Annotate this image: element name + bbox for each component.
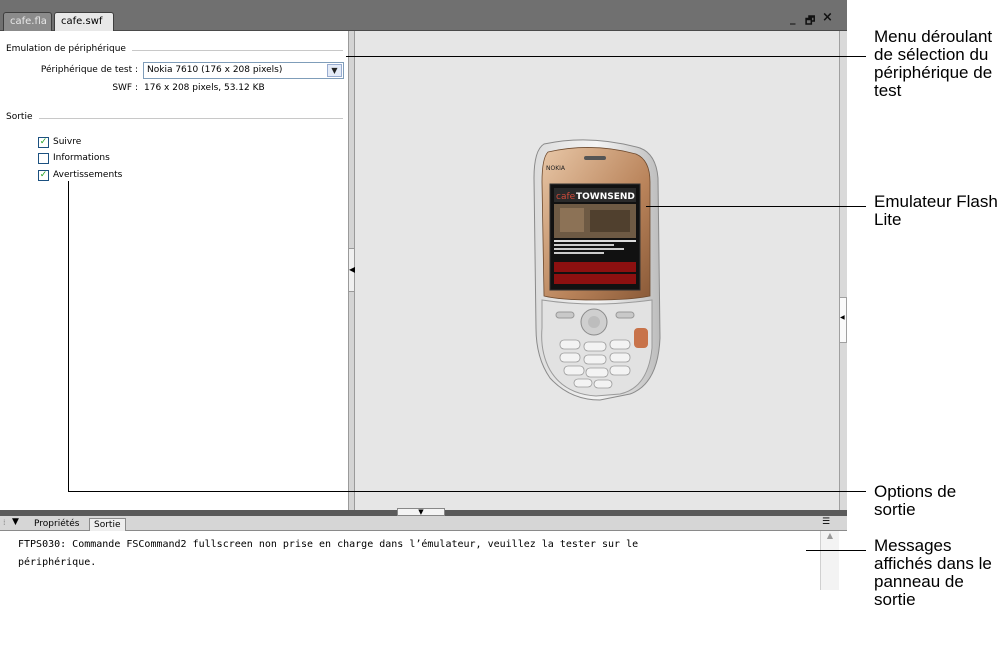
phone-brand: NOKIA (546, 165, 566, 172)
output-group-title: Sortie (6, 112, 39, 122)
swf-label: SWF : (112, 83, 138, 93)
device-select[interactable]: Nokia 7610 (176 x 208 pixels) ▼ (143, 62, 344, 79)
output-message: FTPS030: Commande FSCommand2 fullscreen … (18, 539, 639, 568)
checkbox-suivre-label: Suivre (53, 137, 82, 147)
group-divider (8, 118, 343, 119)
collapse-right-handle[interactable]: ◀ (839, 297, 847, 343)
gripper-icon[interactable]: ⁞ (3, 518, 6, 527)
checkbox-informations-box[interactable] (38, 153, 49, 164)
caret-down-icon: ▼ (418, 508, 424, 516)
checkbox-suivre-box[interactable]: ✓ (38, 137, 49, 148)
screen-logo-townsend: TOWNSEND (576, 192, 635, 202)
device-label: Périphérique de test : (40, 65, 138, 75)
emulator-options-panel: Emulation de périphérique Périphérique d… (0, 31, 348, 510)
leader-line-emulator (646, 206, 866, 207)
minimize-button[interactable]: _ (790, 12, 796, 25)
annotation-output-messages: Messages affichés dans le panneau de sor… (874, 536, 992, 609)
checkbox-avertissements-label: Avertissements (53, 170, 123, 180)
caret-left-icon: ◀ (840, 314, 845, 321)
emulation-group-title: Emulation de périphérique (6, 44, 132, 54)
flash-test-window: cafe.fla cafe.swf _ 🗗 × Emulation de pér… (0, 0, 847, 590)
stage-right-scrollbar[interactable] (839, 31, 847, 510)
device-select-value: Nokia 7610 (176 x 208 pixels) (147, 65, 283, 75)
screen-logo-cafe: cafe (556, 192, 576, 202)
document-tab-bar: cafe.fla cafe.swf _ 🗗 × (0, 0, 847, 31)
collapse-left-panel-handle[interactable]: ◀ (348, 248, 355, 292)
panel-menu-icon[interactable]: ☰ (822, 517, 830, 527)
tab-cafe-fla[interactable]: cafe.fla (3, 12, 52, 31)
leader-line-output-options (68, 491, 866, 492)
tab-cafe-swf[interactable]: cafe.swf (54, 12, 114, 31)
chevron-down-icon[interactable]: ▼ (327, 64, 342, 77)
checkbox-informations-label: Informations (53, 153, 110, 163)
leader-line-device-menu (346, 56, 866, 57)
flash-lite-emulator-phone[interactable]: NOKIA cafe TOWNSEND (530, 138, 664, 404)
leader-line-output-messages (806, 550, 866, 551)
tab-sortie[interactable]: Sortie (89, 518, 126, 531)
tab-proprietes[interactable]: Propriétés (30, 518, 83, 531)
annotation-output-options: Options de sortie (874, 482, 957, 519)
annotation-device-menu: Menu déroulant de sélection du périphéri… (874, 27, 993, 100)
swf-info: 176 x 208 pixels, 53.12 KB (144, 83, 265, 93)
close-button[interactable]: × (822, 10, 833, 25)
scroll-up-icon[interactable]: ▲ (827, 531, 833, 540)
checkbox-avertissements-box[interactable]: ✓ (38, 170, 49, 181)
output-panel-tabbar: ⁞ ▼ Propriétés Sortie ☰ (0, 516, 847, 531)
output-panel-content[interactable]: FTPS030: Commande FSCommand2 fullscreen … (0, 531, 847, 590)
annotation-emulator: Emulateur Flash Lite (874, 192, 998, 229)
collapse-output-handle[interactable]: ▼ (397, 508, 445, 516)
restore-button[interactable]: 🗗 (805, 12, 815, 31)
output-scrollbar[interactable]: ▲ (820, 531, 839, 590)
panel-collapse-icon[interactable]: ▼ (12, 517, 19, 527)
leader-line-output-options-vertical (68, 181, 69, 492)
